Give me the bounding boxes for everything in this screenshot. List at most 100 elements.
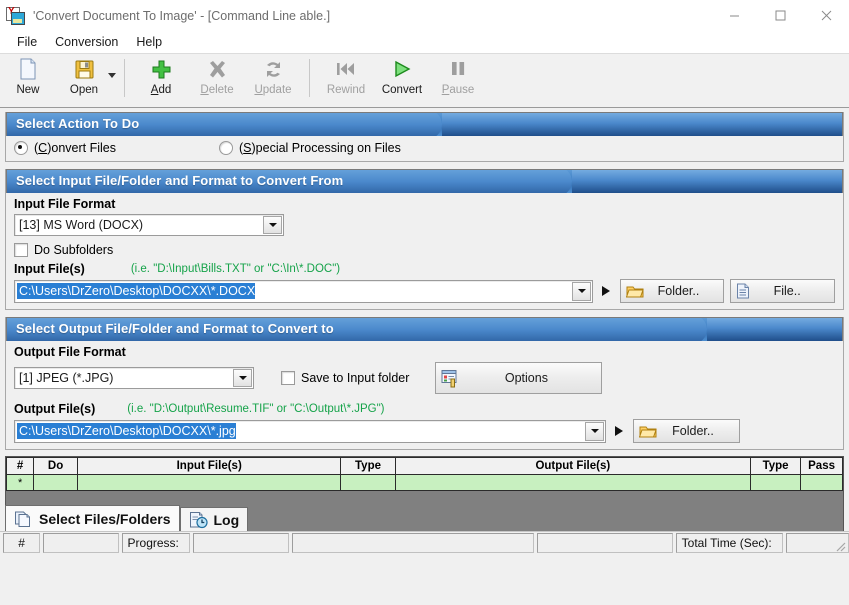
col-header-output[interactable]: Output File(s) bbox=[394, 457, 751, 475]
input-file-button[interactable]: File.. bbox=[730, 279, 835, 303]
output-panel-header: Select Output File/Folder and Format to … bbox=[6, 317, 843, 341]
cell-intype[interactable] bbox=[340, 474, 396, 491]
radio-convert-files[interactable]: (C)onvert Files bbox=[14, 141, 214, 155]
play-triangle-icon[interactable] bbox=[597, 281, 615, 301]
toolbar-convert-button[interactable]: Convert bbox=[374, 57, 430, 102]
document-icon bbox=[736, 283, 750, 299]
tab-select-files-folders[interactable]: Select Files/Folders bbox=[5, 505, 180, 532]
play-triangle-icon[interactable] bbox=[610, 421, 628, 441]
input-format-combo[interactable]: [13] MS Word (DOCX) bbox=[14, 214, 284, 236]
toolbar-add-label: Add bbox=[150, 84, 172, 96]
toolbar-update-button: Update bbox=[245, 57, 301, 102]
do-subfolders-checkbox[interactable]: Do Subfolders bbox=[14, 243, 835, 257]
input-file-label: File.. bbox=[773, 284, 801, 298]
cell-pass[interactable] bbox=[800, 474, 843, 491]
table-row[interactable]: * bbox=[6, 474, 843, 491]
status-bar-value bbox=[536, 533, 673, 553]
output-files-field[interactable]: C:\Users\DrZero\Desktop\DOCXX\*.jpg bbox=[14, 419, 606, 443]
toolbar-convert-label: Convert bbox=[381, 84, 423, 96]
toolbar: New Open Add Delete Update Rewind Conver… bbox=[0, 53, 849, 108]
open-folder-icon bbox=[625, 284, 644, 299]
input-format-label: Input File Format bbox=[14, 197, 116, 211]
chevron-down-icon[interactable] bbox=[585, 421, 604, 441]
radio-convert-files-dot bbox=[14, 141, 28, 155]
chevron-down-icon[interactable] bbox=[572, 281, 592, 301]
status-count-value bbox=[43, 533, 119, 553]
input-files-label: Input File(s) bbox=[14, 262, 85, 276]
action-panel-title: Select Action To Do bbox=[16, 116, 140, 131]
status-total-time-label: Total Time (Sec): bbox=[675, 533, 784, 553]
action-panel-header: Select Action To Do bbox=[6, 112, 843, 136]
toolbar-pause-label: Pause bbox=[441, 84, 475, 96]
cell-do[interactable] bbox=[33, 474, 79, 491]
status-progress-value bbox=[192, 533, 289, 553]
toolbar-separator-2 bbox=[309, 59, 310, 97]
input-files-value: C:\Users\DrZero\Desktop\DOCXX\*.DOCX bbox=[17, 283, 256, 299]
log-clock-icon bbox=[189, 511, 208, 529]
toolbar-rewind-label: Rewind bbox=[326, 84, 366, 96]
output-panel-title: Select Output File/Folder and Format to … bbox=[16, 321, 334, 336]
toolbar-add-button[interactable]: Add bbox=[133, 57, 189, 102]
toolbar-open-button[interactable]: Open bbox=[56, 57, 112, 102]
col-header-input[interactable]: Input File(s) bbox=[77, 457, 342, 475]
output-files-hint: (i.e. "D:\Output\Resume.TIF" or "C:\Outp… bbox=[127, 403, 385, 415]
radio-special-processing[interactable]: (S)pecial Processing on Files bbox=[219, 141, 401, 155]
toolbar-new-button[interactable]: New bbox=[0, 57, 56, 102]
menu-file[interactable]: File bbox=[8, 33, 46, 51]
toolbar-update-label: Update bbox=[254, 84, 292, 96]
input-panel-title: Select Input File/Folder and Format to C… bbox=[16, 173, 344, 188]
action-panel: Select Action To Do (C)onvert Files (S)p… bbox=[5, 112, 844, 162]
output-folder-button[interactable]: Folder.. bbox=[633, 419, 740, 443]
col-header-do[interactable]: Do bbox=[33, 457, 79, 475]
status-progress-label: Progress: bbox=[121, 533, 190, 553]
status-hash-label: # bbox=[3, 533, 41, 553]
maximize-icon[interactable] bbox=[757, 0, 803, 31]
tab-log[interactable]: Log bbox=[179, 507, 249, 532]
input-folder-label: Folder.. bbox=[657, 284, 700, 298]
input-files-field[interactable]: C:\Users\DrZero\Desktop\DOCXX\*.DOCX bbox=[14, 279, 594, 303]
chevron-down-icon[interactable] bbox=[263, 216, 282, 234]
toolbar-separator-1 bbox=[124, 59, 125, 97]
col-header-pass[interactable]: Pass bbox=[800, 457, 843, 475]
chevron-down-icon[interactable] bbox=[108, 73, 116, 78]
output-format-value: [1] JPEG (*.JPG) bbox=[19, 371, 114, 385]
col-header-num[interactable]: # bbox=[6, 457, 35, 475]
input-folder-button[interactable]: Folder.. bbox=[619, 279, 725, 303]
toolbar-pause-button: Pause bbox=[430, 57, 486, 102]
minimize-icon[interactable] bbox=[711, 0, 757, 31]
col-header-intype[interactable]: Type bbox=[340, 457, 396, 475]
save-to-input-folder-checkbox[interactable]: Save to Input folder bbox=[281, 371, 409, 385]
x-cross-icon bbox=[207, 57, 228, 81]
rewind-icon bbox=[335, 57, 357, 81]
tab-select-files-folders-label: Select Files/Folders bbox=[39, 511, 171, 527]
save-to-input-folder-label: Save to Input folder bbox=[301, 371, 410, 385]
radio-convert-files-label: (C)onvert Files bbox=[34, 141, 116, 155]
do-subfolders-box bbox=[14, 243, 28, 257]
window-controls bbox=[711, 0, 849, 31]
toolbar-rewind-button: Rewind bbox=[318, 57, 374, 102]
cell-output[interactable] bbox=[394, 474, 751, 491]
output-folder-label: Folder.. bbox=[672, 424, 714, 438]
menu-conversion[interactable]: Conversion bbox=[46, 33, 127, 51]
input-files-hint: (i.e. "D:\Input\Bills.TXT" or "C:\In\*.D… bbox=[130, 263, 341, 275]
chevron-down-icon[interactable] bbox=[233, 369, 252, 387]
save-floppy-icon bbox=[74, 57, 95, 81]
resize-grip-icon[interactable] bbox=[833, 539, 847, 553]
toolbar-open-label: Open bbox=[69, 84, 99, 96]
cell-outtype[interactable] bbox=[749, 474, 802, 491]
output-format-combo[interactable]: [1] JPEG (*.JPG) bbox=[14, 367, 254, 389]
options-button[interactable]: Options bbox=[435, 362, 603, 394]
output-format-label: Output File Format bbox=[14, 345, 126, 359]
col-header-outtype[interactable]: Type bbox=[749, 457, 802, 475]
cell-input[interactable] bbox=[77, 474, 342, 491]
options-label: Options bbox=[504, 371, 548, 385]
output-files-label: Output File(s) bbox=[14, 402, 96, 416]
tab-strip: Select Files/Folders Log bbox=[5, 505, 249, 532]
status-bar: # Progress: Total Time (Sec): bbox=[0, 531, 849, 554]
close-icon[interactable] bbox=[803, 0, 849, 31]
menu-help[interactable]: Help bbox=[127, 33, 171, 51]
window-title: 'Convert Document To Image' - [Command L… bbox=[33, 8, 331, 23]
input-format-value: [13] MS Word (DOCX) bbox=[19, 218, 144, 232]
output-panel: Select Output File/Folder and Format to … bbox=[5, 317, 844, 450]
cell-num: * bbox=[6, 474, 35, 491]
